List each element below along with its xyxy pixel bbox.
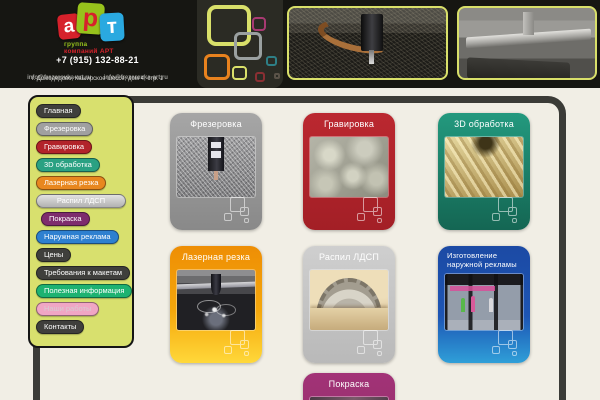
squares-motif xyxy=(356,329,390,359)
card-title: Покраска xyxy=(328,379,370,389)
page: а р т группа компаний АРТ +7 (915) 132-8… xyxy=(0,0,600,400)
cnc-milling-photo xyxy=(287,6,448,80)
card-title: Распил ЛДСП xyxy=(318,252,380,262)
squares-motif xyxy=(223,329,257,359)
squares-motif xyxy=(223,196,257,226)
router-base xyxy=(467,57,571,78)
nozzle-shape xyxy=(211,273,222,296)
card-laser-cutting[interactable]: Лазерная резка xyxy=(170,246,262,363)
company-address: г. Домодедово, Каширское шоссе, дом 4, с… xyxy=(31,76,164,82)
sidebar-item-useful-info[interactable]: Полезная информация xyxy=(36,284,133,298)
card-ldsp-cutting[interactable]: Распил ЛДСП xyxy=(303,246,395,363)
engraving-card-photo xyxy=(310,137,388,197)
card-title: Изготовление наружной рекламы xyxy=(447,251,517,269)
deco-square-icon xyxy=(266,56,277,66)
sidebar-item-our-works[interactable]: Наши работы xyxy=(36,302,100,316)
deco-square-icon xyxy=(274,73,280,79)
label-shape xyxy=(211,151,221,158)
3d-card-photo xyxy=(445,137,523,197)
laser-card-photo xyxy=(177,270,255,330)
tagline-line-2: компаний АРТ xyxy=(64,48,114,55)
logo-tagline: группа компаний АРТ xyxy=(64,41,184,55)
sidebar-item-laser-cutting[interactable]: Лазерная резка xyxy=(36,176,107,190)
glass-ring-shape xyxy=(216,303,237,316)
card-engraving[interactable]: Гравировка xyxy=(303,113,395,230)
squares-motif-panel xyxy=(197,0,283,88)
mannequin-shape xyxy=(470,296,476,313)
sidebar-item-3d-processing[interactable]: 3D обработка xyxy=(36,158,100,172)
deco-square-icon xyxy=(252,17,266,31)
wood-board-shape xyxy=(310,308,388,330)
phone-number: +7 (915) 132-88-21 xyxy=(56,55,139,65)
card-3d-processing[interactable]: 3D обработка xyxy=(438,113,530,230)
squares-motif xyxy=(356,196,390,226)
sidebar-item-outdoor-ads[interactable]: Наружная реклама xyxy=(36,230,119,244)
card-title: Лазерная резка xyxy=(181,252,251,262)
card-title: 3D обработка xyxy=(454,119,514,129)
header: а р т группа компаний АРТ +7 (915) 132-8… xyxy=(0,0,600,88)
milling-tool xyxy=(369,50,374,64)
mannequin-shape xyxy=(460,297,466,313)
company-logo[interactable]: а р т группа компаний АРТ xyxy=(50,2,190,56)
deco-square-icon xyxy=(232,66,247,80)
sidebar-menu: Главная Фрезеровка Гравировка 3D обработ… xyxy=(28,95,134,348)
deco-square-icon xyxy=(255,72,265,82)
card-title: Гравировка xyxy=(323,119,375,129)
milling-spindle xyxy=(361,13,384,52)
saw-card-photo xyxy=(310,270,388,330)
cnc-router-photo xyxy=(457,6,597,80)
deco-square-icon xyxy=(204,54,230,80)
sidebar-item-ldsp-cutting[interactable]: Распил ЛДСП xyxy=(36,194,126,208)
sidebar-item-engraving[interactable]: Гравировка xyxy=(36,140,93,154)
deco-square-icon xyxy=(234,32,262,60)
squares-motif xyxy=(491,196,525,226)
card-painting[interactable]: Покраска xyxy=(303,373,395,400)
sidebar-item-layout-requirements[interactable]: Требования к макетам xyxy=(36,266,131,280)
sidebar-item-contacts[interactable]: Контакты xyxy=(36,320,85,334)
card-title: Фрезеровка xyxy=(190,119,242,129)
tagline-line-1: группа xyxy=(64,41,88,48)
label-shape xyxy=(211,141,221,149)
sidebar-item-prices[interactable]: Цены xyxy=(36,248,72,262)
ads-card-photo xyxy=(445,274,523,330)
logo-letter-t: т xyxy=(99,12,125,42)
signage-shape xyxy=(449,286,495,292)
sidebar-item-home[interactable]: Главная xyxy=(36,104,81,118)
card-milling[interactable]: Фрезеровка xyxy=(170,113,262,230)
tool-shape xyxy=(214,170,218,180)
sidebar-item-painting[interactable]: Покраска xyxy=(41,212,90,226)
router-column xyxy=(522,11,534,36)
mannequin-shape xyxy=(488,297,493,313)
milling-card-photo xyxy=(177,137,255,197)
squares-motif xyxy=(491,329,525,359)
sidebar-item-milling[interactable]: Фрезеровка xyxy=(36,122,94,136)
card-outdoor-ads[interactable]: Изготовление наружной рекламы xyxy=(438,246,530,363)
